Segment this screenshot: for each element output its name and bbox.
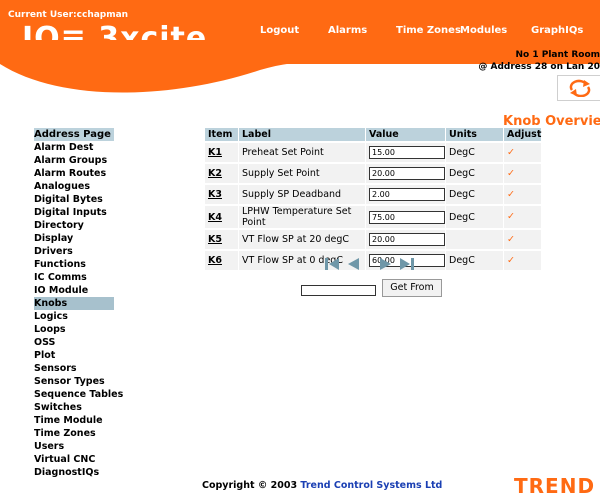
knob-item-link[interactable]: K6	[208, 255, 222, 266]
get-from-input[interactable]	[301, 285, 376, 296]
current-user-label: Current User:cchapman	[8, 10, 129, 20]
knob-label: VT Flow SP at 20 degC	[239, 228, 366, 249]
previous-page-icon[interactable]	[347, 257, 359, 271]
sidebar-item-functions[interactable]: Functions	[34, 258, 114, 271]
knob-item-link[interactable]: K3	[208, 189, 222, 200]
table-row: K1 Preheat Set Point DegC ✓	[205, 141, 543, 162]
knob-value-input[interactable]	[369, 188, 445, 201]
sidebar-item-logics[interactable]: Logics	[34, 310, 114, 323]
col-header-label: Label	[239, 128, 366, 141]
copyright-text: Copyright © 2003 Trend Control Systems L…	[202, 480, 442, 491]
page-title: Knob Overview	[503, 114, 600, 129]
sidebar-item-switches[interactable]: Switches	[34, 401, 114, 414]
sidebar-item-loops[interactable]: Loops	[34, 323, 114, 336]
knob-units	[446, 228, 504, 249]
sidebar-item-digital-inputs[interactable]: Digital Inputs	[34, 206, 114, 219]
first-page-icon[interactable]	[325, 257, 339, 271]
trend-logo: TREND	[514, 474, 596, 498]
knob-value-input[interactable]	[369, 233, 445, 246]
nav-time-zones[interactable]: Time Zones	[396, 25, 461, 36]
table-row: K2 Supply Set Point DegC ✓	[205, 162, 543, 183]
sidebar-item-directory[interactable]: Directory	[34, 219, 114, 232]
sidebar-item-diagnostiqs[interactable]: DiagnostIQs	[34, 466, 114, 479]
refresh-button[interactable]	[557, 75, 600, 101]
knob-table: Item Label Value Units Adjust K1 Preheat…	[205, 128, 543, 270]
trend-control-link[interactable]: Trend Control Systems Ltd	[300, 480, 442, 491]
get-from-button[interactable]: Get From	[382, 279, 442, 297]
sidebar-nav: Address Page Alarm Dest Alarm Groups Ala…	[34, 128, 123, 479]
adjust-check-icon[interactable]: ✓	[504, 141, 543, 162]
next-page-icon[interactable]	[380, 257, 392, 271]
knob-label: LPHW Temperature Set Point	[239, 204, 366, 228]
adjust-check-icon[interactable]: ✓	[504, 183, 543, 204]
sidebar-item-virtual-cnc[interactable]: Virtual CNC	[34, 453, 114, 466]
sidebar-item-drivers[interactable]: Drivers	[34, 245, 114, 258]
sidebar-item-sequence-tables[interactable]: Sequence Tables	[34, 388, 123, 401]
sidebar-item-display[interactable]: Display	[34, 232, 114, 245]
knob-value-input[interactable]	[369, 210, 445, 224]
nav-graphiqs[interactable]: GraphIQs	[531, 25, 583, 36]
table-header-row: Item Label Value Units Adjust	[205, 128, 543, 141]
table-row: K3 Supply SP Deadband DegC ✓	[205, 183, 543, 204]
knob-units: DegC	[446, 183, 504, 204]
knob-item-link[interactable]: K5	[208, 234, 222, 245]
adjust-check-icon[interactable]: ✓	[504, 204, 543, 228]
col-header-adjust: Adjust	[504, 128, 543, 141]
adjust-check-icon[interactable]: ✓	[504, 162, 543, 183]
knob-label: Supply SP Deadband	[239, 183, 366, 204]
sidebar-item-time-zones[interactable]: Time Zones	[34, 427, 114, 440]
sidebar-item-oss[interactable]: OSS	[34, 336, 114, 349]
site-info: No 1 Plant Room @ Address 28 on Lan 20	[478, 49, 600, 73]
sidebar-item-sensor-types[interactable]: Sensor Types	[34, 375, 114, 388]
sidebar-item-address-page[interactable]: Address Page	[34, 128, 114, 141]
table-row: K4 LPHW Temperature Set Point DegC ✓	[205, 204, 543, 228]
nav-alarms[interactable]: Alarms	[328, 25, 367, 36]
sidebar-item-plot[interactable]: Plot	[34, 349, 114, 362]
adjust-check-icon[interactable]: ✓	[504, 249, 543, 270]
sidebar-item-users[interactable]: Users	[34, 440, 114, 453]
sidebar-item-digital-bytes[interactable]: Digital Bytes	[34, 193, 114, 206]
sidebar-item-time-module[interactable]: Time Module	[34, 414, 114, 427]
copyright-prefix: Copyright © 2003	[202, 480, 301, 491]
col-header-units: Units	[446, 128, 504, 141]
sidebar-item-sensors[interactable]: Sensors	[34, 362, 114, 375]
sidebar-item-alarm-routes[interactable]: Alarm Routes	[34, 167, 114, 180]
sidebar-item-io-module[interactable]: IO Module	[34, 284, 114, 297]
col-header-item: Item	[205, 128, 239, 141]
sidebar-item-analogues[interactable]: Analogues	[34, 180, 114, 193]
knob-value-input[interactable]	[369, 167, 445, 180]
sidebar-item-alarm-dest[interactable]: Alarm Dest	[34, 141, 114, 154]
knob-value-input[interactable]	[369, 146, 445, 159]
knob-units: DegC	[446, 141, 504, 162]
site-address: @ Address 28 on Lan 20	[478, 62, 600, 72]
knob-label: Supply Set Point	[239, 162, 366, 183]
site-name: No 1 Plant Room	[515, 50, 600, 60]
knob-units: DegC	[446, 162, 504, 183]
table-row: K6 VT Flow SP at 0 degC DegC ✓	[205, 249, 543, 270]
knob-units: DegC	[446, 204, 504, 228]
knob-item-link[interactable]: K1	[208, 147, 222, 158]
knob-label: Preheat Set Point	[239, 141, 366, 162]
refresh-arrows-icon	[569, 79, 591, 97]
knob-item-link[interactable]: K4	[208, 212, 222, 223]
knob-units: DegC	[446, 249, 504, 270]
last-page-icon[interactable]	[400, 257, 414, 271]
sidebar-item-alarm-groups[interactable]: Alarm Groups	[34, 154, 114, 167]
sidebar-item-knobs[interactable]: Knobs	[34, 297, 114, 310]
table-row: K5 VT Flow SP at 20 degC ✓	[205, 228, 543, 249]
knob-item-link[interactable]: K2	[208, 168, 222, 179]
nav-modules[interactable]: Modules	[460, 25, 507, 36]
adjust-check-icon[interactable]: ✓	[504, 228, 543, 249]
col-header-value: Value	[366, 128, 446, 141]
sidebar-item-ic-comms[interactable]: IC Comms	[34, 271, 114, 284]
nav-logout[interactable]: Logout	[260, 25, 299, 36]
